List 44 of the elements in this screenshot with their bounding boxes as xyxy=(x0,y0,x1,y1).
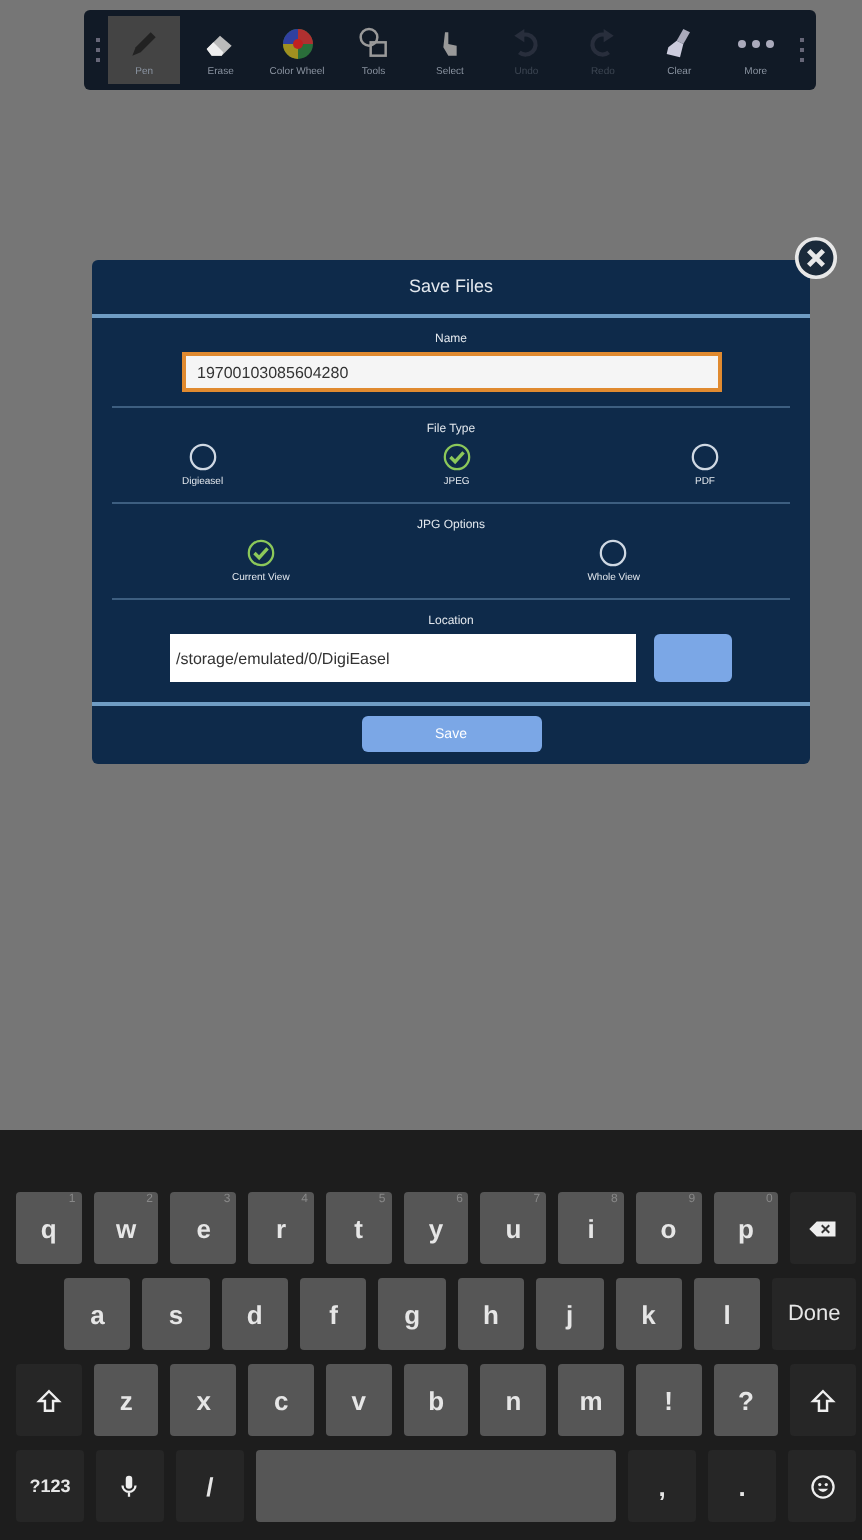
key[interactable]: ?123 xyxy=(16,1450,84,1522)
key[interactable]: b xyxy=(403,1364,469,1436)
key[interactable]: x xyxy=(170,1364,237,1436)
key[interactable]: ! xyxy=(635,1364,702,1436)
key[interactable] xyxy=(790,1364,857,1436)
done-key[interactable]: Done xyxy=(772,1278,856,1350)
shift-icon xyxy=(808,1387,839,1413)
radio-button[interactable] xyxy=(245,538,276,568)
key[interactable]: j xyxy=(536,1278,604,1350)
key[interactable]: s xyxy=(142,1278,210,1350)
key[interactable]: k xyxy=(615,1278,682,1350)
key[interactable]: c xyxy=(248,1364,314,1436)
key[interactable] xyxy=(16,1364,82,1436)
key[interactable]: n xyxy=(480,1364,547,1436)
key[interactable]: m xyxy=(558,1364,624,1436)
key[interactable] xyxy=(788,1450,857,1522)
name-field[interactable]: 19700103085604280 xyxy=(181,352,721,392)
key[interactable]: a xyxy=(64,1278,131,1350)
grip-icon[interactable] xyxy=(795,34,808,66)
key[interactable]: l xyxy=(693,1278,761,1350)
dialog-title: Save Files xyxy=(92,260,810,318)
radio-button[interactable] xyxy=(441,442,472,472)
key[interactable]: h xyxy=(457,1278,525,1350)
radio-button[interactable] xyxy=(689,442,720,472)
key[interactable]: d xyxy=(221,1278,289,1350)
more-icon xyxy=(735,37,776,49)
key[interactable]: g xyxy=(378,1278,446,1350)
key[interactable] xyxy=(95,1450,164,1522)
shift-icon xyxy=(33,1387,64,1413)
key[interactable] xyxy=(790,1192,857,1264)
key[interactable]: , xyxy=(628,1450,697,1522)
grip-icon[interactable] xyxy=(92,34,104,66)
location-field[interactable]: /storage/emulated/0/DigiEasel xyxy=(170,634,636,682)
key[interactable]: ? xyxy=(713,1364,779,1436)
key[interactable]: z xyxy=(93,1364,159,1436)
key[interactable]: f xyxy=(300,1278,367,1350)
close-icon[interactable] xyxy=(794,236,838,280)
emoji-icon xyxy=(807,1473,838,1499)
key[interactable]: . xyxy=(708,1450,777,1522)
radio-button[interactable] xyxy=(598,538,629,568)
radio-button[interactable] xyxy=(187,442,218,472)
key[interactable]: / xyxy=(175,1450,244,1522)
color-wheel-icon xyxy=(277,23,318,63)
key[interactable]: v xyxy=(325,1364,392,1436)
